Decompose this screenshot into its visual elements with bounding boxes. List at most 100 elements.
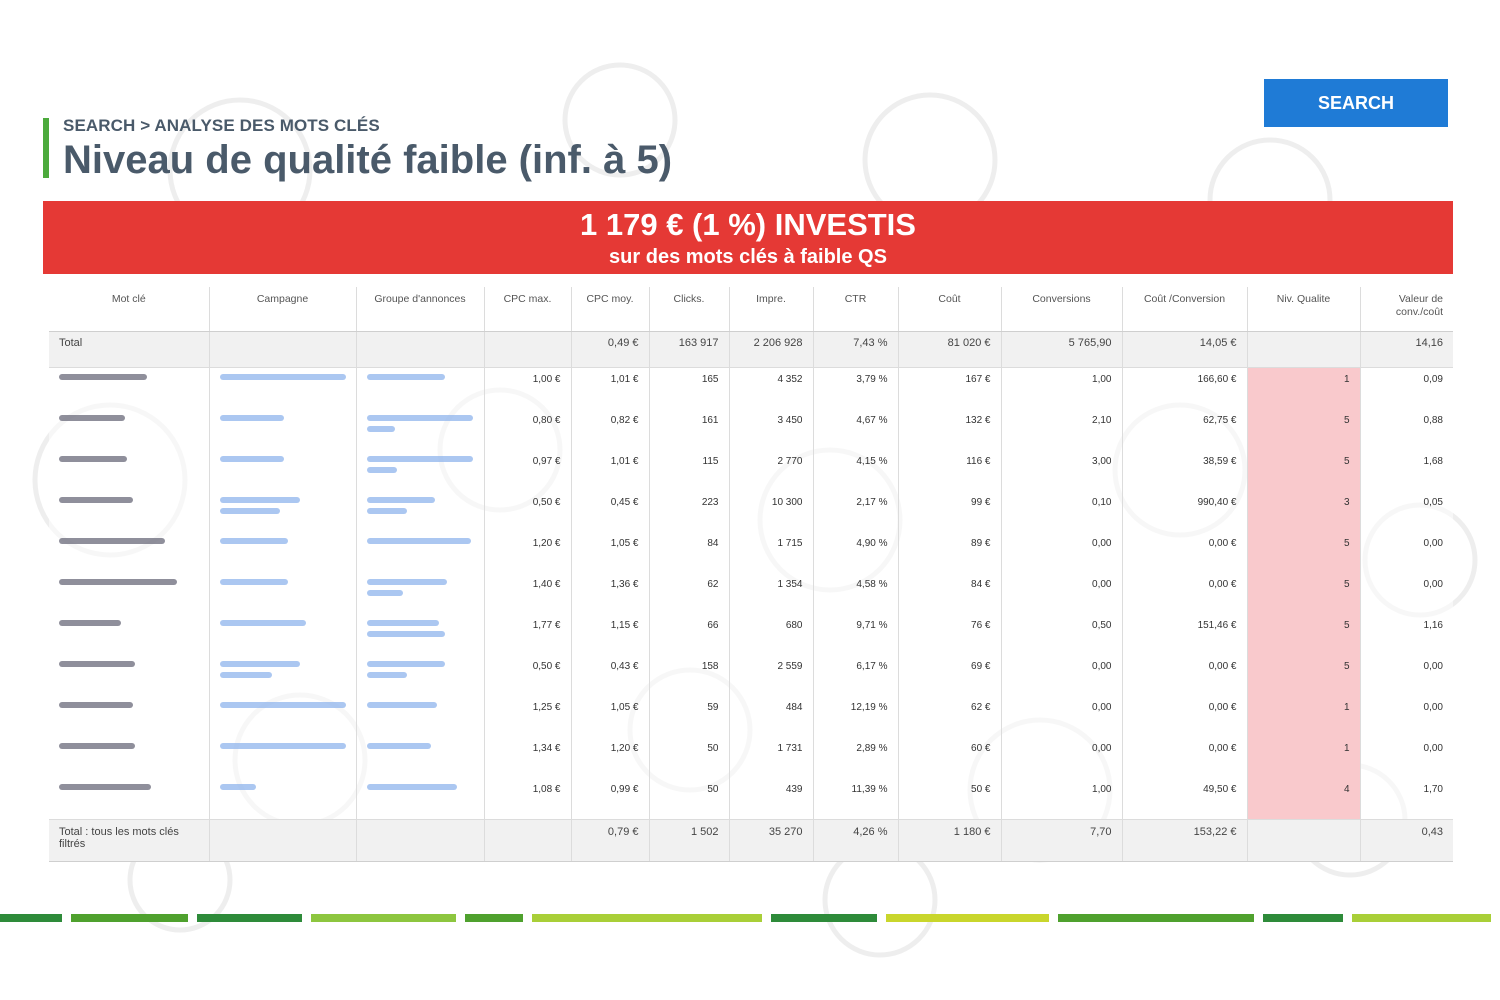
cell-conversions: 2,10 xyxy=(1001,409,1123,450)
cell-ctr: 4,15 % xyxy=(813,450,899,491)
cell-conversions: 0,00 xyxy=(1001,573,1123,614)
cell-cost: 60 € xyxy=(898,737,1002,778)
title-accent-bar xyxy=(43,118,49,178)
investment-banner: 1 179 € (1 %) INVESTIS sur des mots clés… xyxy=(43,201,1453,274)
cell-cost: 99 € xyxy=(898,491,1002,532)
filtered-total-cost-per-conversion: 153,22 € xyxy=(1122,819,1248,862)
campaign-link-redacted xyxy=(219,743,346,749)
filtered-total-clicks: 1 502 xyxy=(649,819,730,862)
cell-conv-value-cost: 1,16 xyxy=(1360,614,1453,655)
col-header-cost[interactable]: Coût xyxy=(898,287,1002,332)
table-row[interactable]: 1,00 €1,01 €165 4 352 3,79 % 167 €1,00 166,6… xyxy=(49,367,1453,409)
ad-group-link-redacted xyxy=(366,456,473,462)
cell-conv-value-cost: 0,00 xyxy=(1360,655,1453,696)
ad-group-link-redacted xyxy=(366,415,473,421)
ad-group-link-redacted xyxy=(366,538,471,544)
footer-stripe xyxy=(771,914,877,922)
cell-cost: 50 € xyxy=(898,778,1002,820)
cell-cpc-max: 0,50 € xyxy=(484,655,572,696)
col-header-clicks[interactable]: Clicks. xyxy=(649,287,730,332)
cell-clicks: 50 xyxy=(649,778,730,820)
cell-quality-score: 3 xyxy=(1247,491,1361,532)
cell-quality-score: 5 xyxy=(1247,573,1361,614)
cell-cost: 89 € xyxy=(898,532,1002,573)
col-header-keyword[interactable]: Mot clé xyxy=(49,287,210,332)
cell-impressions: 484 xyxy=(729,696,814,737)
campaign-link-redacted xyxy=(219,374,346,380)
cell-quality-score: 5 xyxy=(1247,450,1361,491)
keyword-text-redacted xyxy=(59,620,121,626)
cell-ctr: 11,39 % xyxy=(813,778,899,820)
table-row[interactable]: 1,77 €1,15 €66 680 9,71 % 76 €0,50 151,46 €5… xyxy=(49,614,1453,655)
table-row[interactable]: 0,97 €1,01 €115 2 770 4,15 % 116 €3,00 38,59… xyxy=(49,450,1453,491)
cell-cpc-avg: 0,43 € xyxy=(571,655,650,696)
cell-cost: 84 € xyxy=(898,573,1002,614)
campaign-link-redacted xyxy=(219,620,306,626)
cell-quality-score: 5 xyxy=(1247,532,1361,573)
keyword-text-redacted xyxy=(59,456,127,462)
col-header-quality-score[interactable]: Niv. Qualite xyxy=(1247,287,1361,332)
col-header-cpc-max[interactable]: CPC max. xyxy=(484,287,572,332)
table-row[interactable]: 1,08 €0,99 €50 439 11,39 % 50 €1,00 49,50 €4… xyxy=(49,778,1453,820)
cell-ctr: 2,89 % xyxy=(813,737,899,778)
cell-ctr: 3,79 % xyxy=(813,367,899,409)
table-row[interactable]: 0,50 €0,43 €158 2 559 6,17 % 69 €0,00 0,00 €… xyxy=(49,655,1453,696)
campaign-link-redacted xyxy=(219,456,284,462)
cell-ctr: 6,17 % xyxy=(813,655,899,696)
cell-cpc-avg: 1,01 € xyxy=(571,367,650,409)
cell-quality-score: 4 xyxy=(1247,778,1361,820)
campaign-link-redacted xyxy=(219,497,300,503)
table-row[interactable]: 1,34 €1,20 €50 1 731 2,89 % 60 €0,00 0,00 €1… xyxy=(49,737,1453,778)
cell-ctr: 12,19 % xyxy=(813,696,899,737)
cell-clicks: 115 xyxy=(649,450,730,491)
cell-conv-value-cost: 0,00 xyxy=(1360,696,1453,737)
cell-clicks: 158 xyxy=(649,655,730,696)
keyword-text-redacted xyxy=(59,497,133,503)
keyword-text-redacted xyxy=(59,661,135,667)
cell-impressions: 1 731 xyxy=(729,737,814,778)
cell-cpc-max: 0,50 € xyxy=(484,491,572,532)
col-header-conversions[interactable]: Conversions xyxy=(1001,287,1123,332)
col-header-campaign[interactable]: Campagne xyxy=(209,287,357,332)
cell-clicks: 223 xyxy=(649,491,730,532)
keywords-table: Mot clé Campagne Groupe d'annonces CPC m… xyxy=(49,287,1453,862)
cell-conversions: 0,10 xyxy=(1001,491,1123,532)
cell-cpc-avg: 0,45 € xyxy=(571,491,650,532)
cell-conv-value-cost: 0,88 xyxy=(1360,409,1453,450)
cell-cost-per-conversion: 0,00 € xyxy=(1122,573,1248,614)
filtered-total-conversions: 7,70 xyxy=(1001,819,1123,862)
total-cost-per-conversion: 14,05 € xyxy=(1122,331,1248,368)
table-row[interactable]: 1,40 €1,36 €62 1 354 4,58 % 84 €0,00 0,00 €5… xyxy=(49,573,1453,614)
cell-cpc-max: 1,00 € xyxy=(484,367,572,409)
cell-ctr: 4,90 % xyxy=(813,532,899,573)
table-row[interactable]: 1,20 €1,05 €84 1 715 4,90 % 89 €0,00 0,00 €5… xyxy=(49,532,1453,573)
col-header-conv-value-cost[interactable]: Valeur de conv./coût xyxy=(1360,287,1453,332)
cell-conv-value-cost: 0,00 xyxy=(1360,573,1453,614)
campaign-link-redacted xyxy=(219,672,272,678)
table-row[interactable]: 0,80 €0,82 €161 3 450 4,67 % 132 €2,10 62,75… xyxy=(49,409,1453,450)
cell-cost-per-conversion: 38,59 € xyxy=(1122,450,1248,491)
keyword-text-redacted xyxy=(59,784,151,790)
col-header-cpc-avg[interactable]: CPC moy. xyxy=(571,287,650,332)
ad-group-link-redacted xyxy=(366,784,457,790)
cell-cpc-avg: 1,36 € xyxy=(571,573,650,614)
search-button[interactable]: SEARCH xyxy=(1264,79,1448,127)
filtered-total-cost: 1 180 € xyxy=(898,819,1002,862)
cell-quality-score: 5 xyxy=(1247,614,1361,655)
cell-clicks: 161 xyxy=(649,409,730,450)
table-row[interactable]: 0,50 €0,45 €223 10 300 2,17 % 99 €0,10 990,4… xyxy=(49,491,1453,532)
cell-clicks: 66 xyxy=(649,614,730,655)
col-header-cost-per-conversion[interactable]: Coût /Conversion xyxy=(1122,287,1248,332)
col-header-impressions[interactable]: Impre. xyxy=(729,287,814,332)
cell-cpc-avg: 0,99 € xyxy=(571,778,650,820)
ad-group-link-redacted xyxy=(366,426,395,432)
cell-conversions: 0,00 xyxy=(1001,696,1123,737)
col-header-ad-group[interactable]: Groupe d'annonces xyxy=(356,287,485,332)
table-row[interactable]: 1,25 €1,05 €59 484 12,19 % 62 €0,00 0,00 €1 0… xyxy=(49,696,1453,737)
filtered-total-label: Total : tous les mots clés filtrés xyxy=(49,819,210,862)
col-header-ctr[interactable]: CTR xyxy=(813,287,899,332)
page-title: Niveau de qualité faible (inf. à 5) xyxy=(63,138,673,182)
filtered-total-ctr: 4,26 % xyxy=(813,819,899,862)
cell-conv-value-cost: 1,68 xyxy=(1360,450,1453,491)
total-clicks: 163 917 xyxy=(649,331,730,368)
